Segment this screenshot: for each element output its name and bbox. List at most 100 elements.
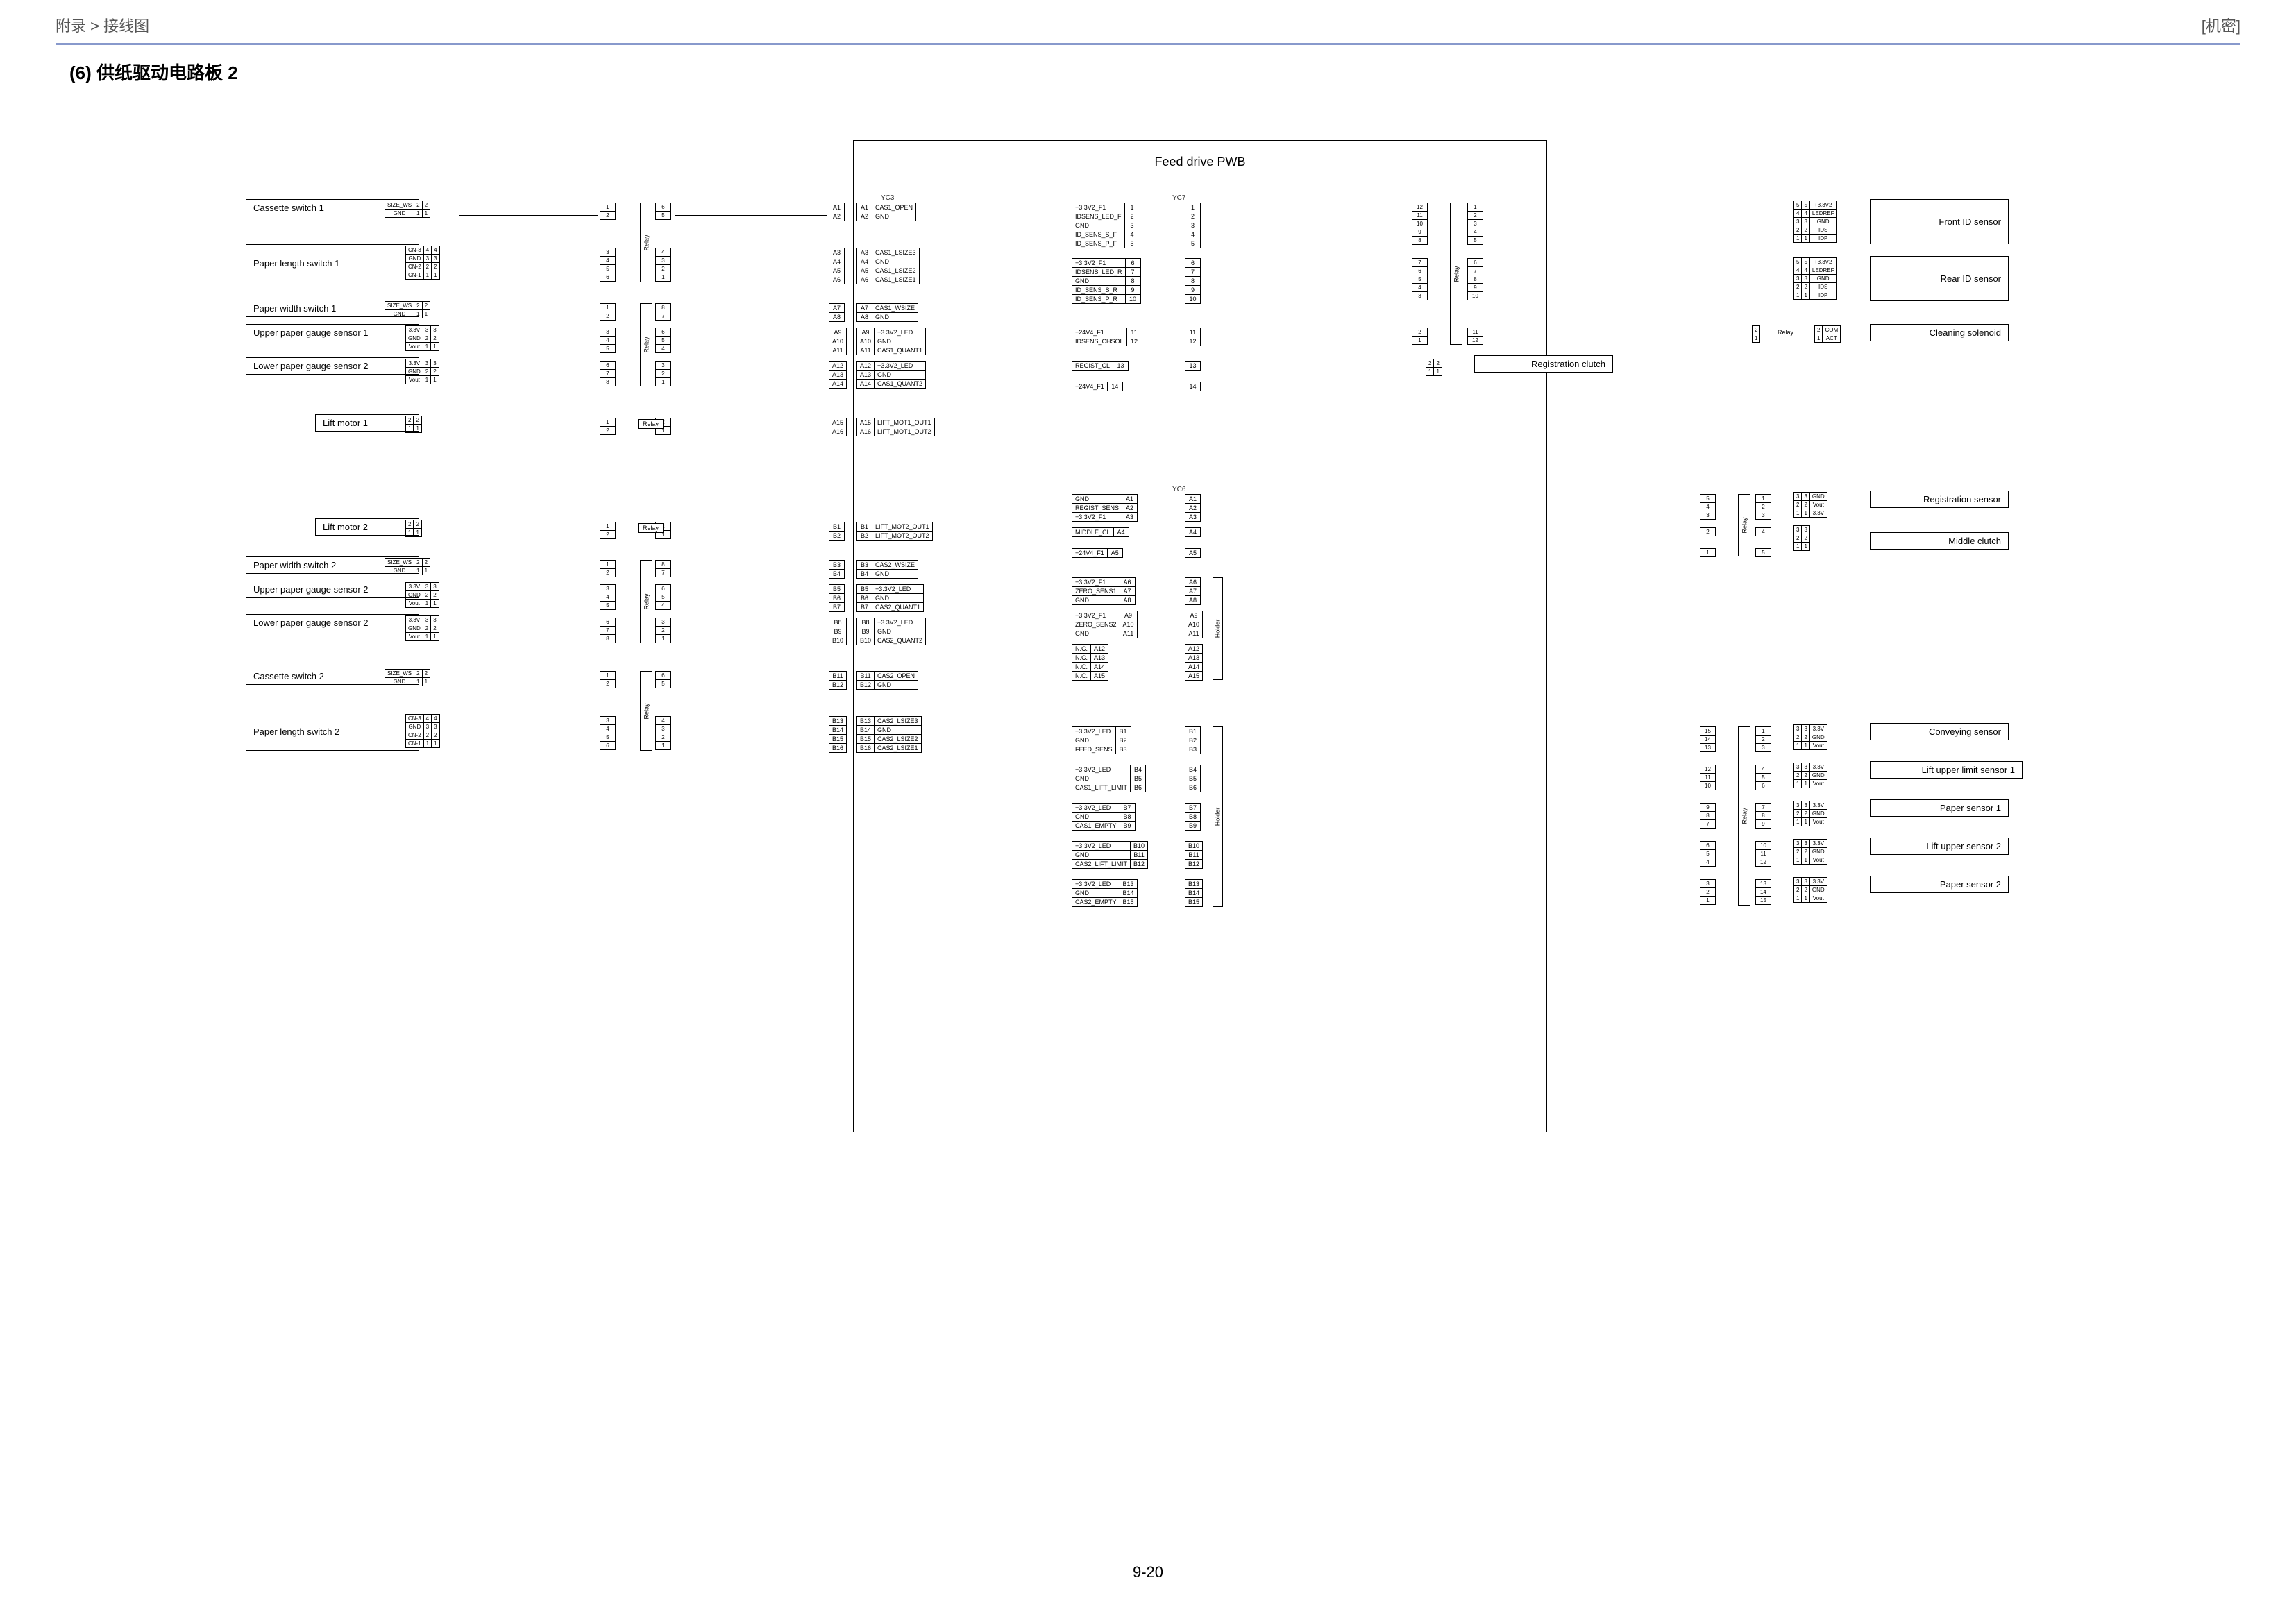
relay-4: Relay — [638, 523, 664, 533]
wiring-diagram: Feed drive PWB YC3 YC7 YC6 A1CAS1_OPEN A… — [107, 112, 2189, 1119]
lm1-pins: 2211 — [405, 416, 422, 433]
paper-sensor-2: Paper sensor 2 — [1870, 876, 2009, 893]
yc6-outer-a9: A9A10A11 — [1185, 611, 1203, 638]
yc3-outer-11: B11B12 — [829, 671, 847, 690]
mid-right-4: 543 — [1700, 494, 1716, 520]
yc6-outer-b4: B4B5B6 — [1185, 765, 1201, 792]
mid-left-10b: 321 — [655, 618, 671, 643]
lift-upper-sensor-2: Lift upper sensor 2 — [1870, 838, 2009, 855]
pws1-pins: SIZE_WS22GND11 — [385, 301, 430, 318]
lg1-pins: 3.3V33GND22Vout11 — [405, 359, 439, 384]
yc3-outer-1: A1A2 — [829, 203, 845, 221]
mid-right-11b: 131415 — [1755, 879, 1771, 905]
mid-right-8b: 456 — [1755, 765, 1771, 790]
yc7-outer-3: 1112 — [1185, 328, 1201, 346]
mid-right-6b: 5 — [1755, 548, 1771, 557]
yc7-r11-r12: +24V4_F111 IDSENS_CHSOL12 — [1072, 328, 1142, 346]
ug2-pins: 3.3V33GND22Vout11 — [405, 582, 439, 608]
yc6-a6-a8: +3.3V2_F1A6 ZERO_SENS1A7 GNDA8 — [1072, 577, 1136, 605]
yc7-outer-5: 14 — [1185, 382, 1201, 391]
mid-left-1b: 65 — [655, 203, 671, 220]
yc3-b3-b4: B3CAS2_WSIZE B4GND — [856, 560, 918, 579]
mid-left-12b: 4321 — [655, 716, 671, 750]
front-id-sensor: Front ID sensor — [1870, 199, 2009, 244]
yc3-outer-8: B3B4 — [829, 560, 845, 579]
yc6-outer-a5: A5 — [1185, 548, 1201, 558]
mid-left-8b: 87 — [655, 560, 671, 577]
lm2-pins: 2211 — [405, 520, 422, 537]
mid-left-1: 12 — [600, 203, 616, 220]
mid-right-4b: 123 — [1755, 494, 1771, 520]
rear-id-sensor: Rear ID sensor — [1870, 256, 2009, 301]
relay-6: Relay — [640, 671, 652, 751]
registration-clutch: Registration clutch — [1474, 355, 1613, 373]
mid-right-2: 76543 — [1412, 258, 1428, 300]
mid-left-3b: 87 — [655, 303, 671, 321]
mid-left-4: 345 — [600, 328, 616, 353]
yc6-a4: MIDDLE_CLA4 — [1072, 527, 1129, 537]
header-left: 附录 > 接线图 — [56, 14, 149, 36]
conveying-sensor: Conveying sensor — [1870, 723, 2009, 740]
mid-right-8: 121110 — [1700, 765, 1716, 790]
yc3-a7-a8: A7CAS1_WSIZE A8GND — [856, 303, 918, 322]
yc6-label: YC6 — [1172, 486, 1185, 493]
yc3-label: YC3 — [881, 194, 894, 202]
mid-right-7b: 123 — [1755, 726, 1771, 752]
mid-left-4b: 654 — [655, 328, 671, 353]
yc6-b13-b15: +3.3V2_LEDB13 GNDB14 CAS2_EMPTYB15 — [1072, 879, 1138, 907]
yc7-outer-2: 678910 — [1185, 258, 1201, 304]
paper-sensor-1: Paper sensor 1 — [1870, 799, 2009, 817]
lift-motor-2: Lift motor 2 — [315, 518, 419, 536]
pls2-pins: CN-344GND33CN-222CN-111 — [405, 714, 440, 748]
mid-left-11b: 65 — [655, 671, 671, 688]
relay-2: Relay — [640, 303, 652, 386]
yc3-outer-10: B8B9B10 — [829, 618, 847, 645]
cs-pins: 333.3V22GND11Vout — [1793, 724, 1827, 750]
lower-gauge-sensor-1: Lower paper gauge sensor 2 — [246, 357, 419, 375]
mid-right-9b: 789 — [1755, 803, 1771, 829]
mid-left-2: 3456 — [600, 248, 616, 282]
relay-r3: Relay — [1738, 726, 1750, 906]
relay-r2: Relay — [1738, 494, 1750, 556]
yc7-outer-4: 13 — [1185, 361, 1201, 371]
pls1-pins: CN-344GND33CN-222CN-111 — [405, 246, 440, 280]
lift-motor-1: Lift motor 1 — [315, 414, 419, 432]
yc3-b13-b16: B13CAS2_LSIZE3 B14GND B15CAS2_LSIZE2 B16… — [856, 716, 922, 753]
mid-left-10: 678 — [600, 618, 616, 643]
paper-length-switch-2: Paper length switch 2 — [246, 713, 419, 751]
yc3-b5-b7: B5+3.3V2_LED B6GND B7CAS2_QUANT1 — [856, 584, 924, 612]
yc3-a12-a14: A12+3.3V2_LED A13GND A14CAS1_QUANT2 — [856, 361, 926, 389]
yc6-outer-b7: B7B8B9 — [1185, 803, 1201, 831]
mid-right-11: 321 — [1700, 879, 1716, 905]
mid-right-9: 987 — [1700, 803, 1716, 829]
middle-clutch: Middle clutch — [1870, 532, 2009, 550]
yc3-outer-6: A15A16 — [829, 418, 847, 436]
yc6-outer-b10: B10B11B12 — [1185, 841, 1203, 869]
mid-right-2b: 678910 — [1467, 258, 1483, 300]
mid-right-3b: 1112 — [1467, 328, 1483, 345]
pwb-title: Feed drive PWB — [854, 155, 1546, 169]
yc6-b1-b3: +3.3V2_LEDB1 GNDB2 FEED_SENSB3 — [1072, 726, 1131, 754]
yc3-outer-5: A12A13A14 — [829, 361, 847, 389]
relay-csol: Relay — [1773, 328, 1798, 337]
yc6-a1-a3: GNDA1 REGIST_SENSA2 +3.3V2_F1A3 — [1072, 494, 1138, 522]
yc6-outer-a4: A4 — [1185, 527, 1201, 537]
mid-right-10: 654 — [1700, 841, 1716, 867]
lu1-pins: 333.3V22GND11Vout — [1793, 763, 1827, 788]
yc6-b10-b12: +3.3V2_LEDB10 GNDB11 CAS2_LIFT_LIMITB12 — [1072, 841, 1148, 869]
yc7-r6-r10: +3.3V2_F16 IDSENS_LED_R7 GND8 ID_SENS_S_… — [1072, 258, 1141, 304]
rcl-pins: 2211 — [1426, 359, 1442, 376]
yc6-outer-a1: A1A2A3 — [1185, 494, 1201, 522]
holder-2: Holder — [1213, 726, 1223, 907]
ug1-pins: 3.3V33GND22Vout11 — [405, 325, 439, 351]
relay-1: Relay — [640, 203, 652, 282]
mid-left-2b: 4321 — [655, 248, 671, 282]
mid-left-12: 3456 — [600, 716, 616, 750]
rid-pins: 55+3.3V244LEDREF33GND22IDS11IDP — [1793, 257, 1837, 300]
yc3-outer-9: B5B6B7 — [829, 584, 845, 612]
yc3-b8-b10: B8+3.3V2_LED B9GND B10CAS2_QUANT2 — [856, 618, 926, 645]
mid-left-5: 678 — [600, 361, 616, 386]
registration-sensor: Registration sensor — [1870, 491, 2009, 508]
mid-left-11: 12 — [600, 671, 616, 688]
mid-left-8: 12 — [600, 560, 616, 577]
